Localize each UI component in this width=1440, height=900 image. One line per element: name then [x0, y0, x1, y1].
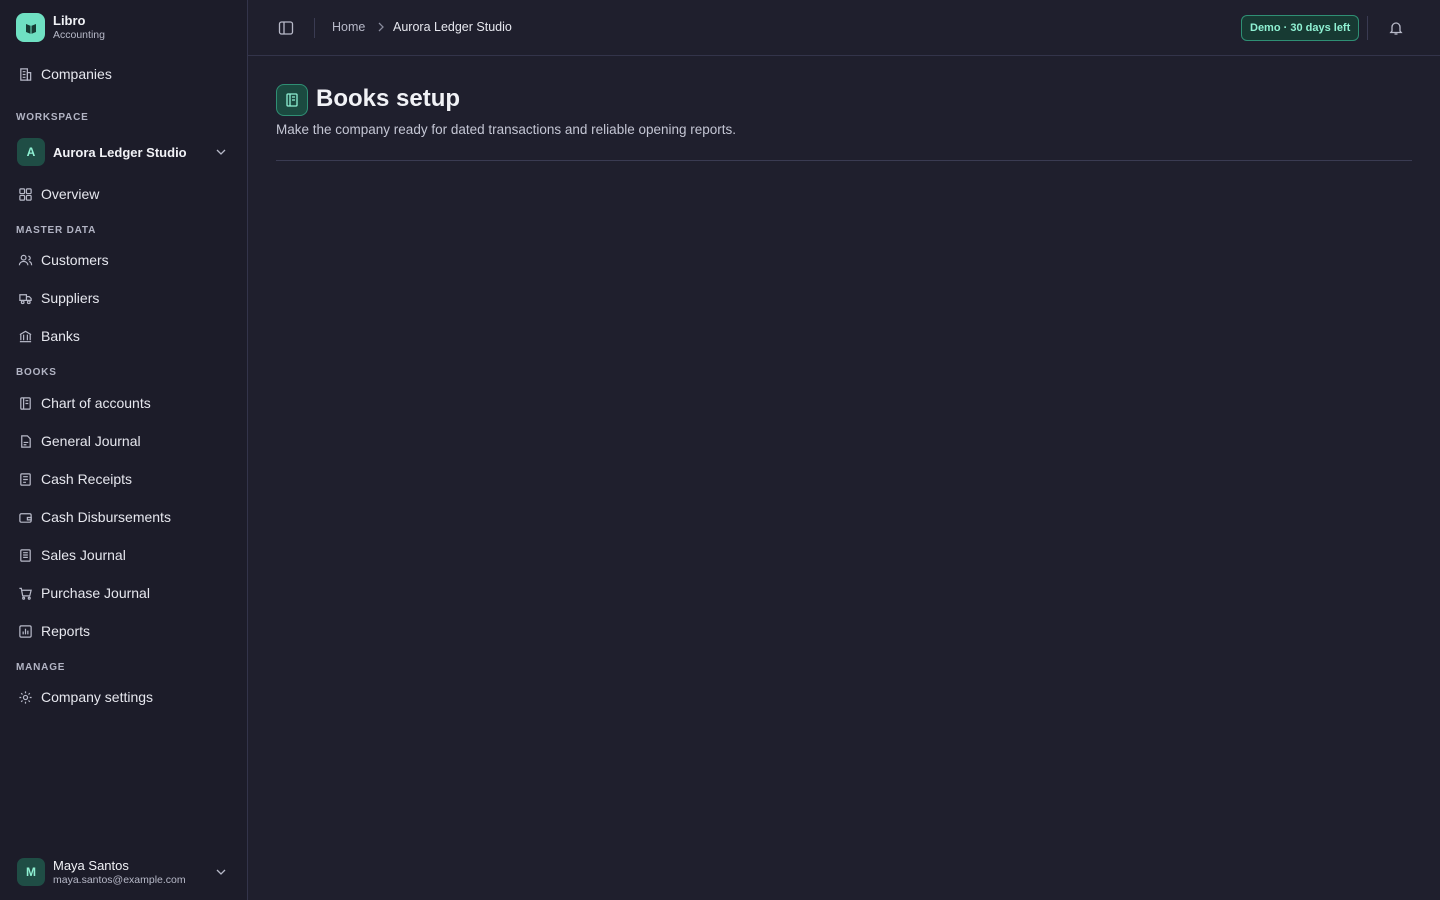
- sidebar-item-cash-receipts[interactable]: Cash Receipts: [8, 463, 238, 495]
- sidebar: Libro Accounting Companies WORKSPACE A A…: [0, 0, 248, 900]
- ledger-icon: [17, 395, 33, 411]
- sidebar-item-banks[interactable]: Banks: [8, 320, 238, 352]
- sidebar-item-cash-disbursements[interactable]: Cash Disbursements: [8, 501, 238, 533]
- section-label-books: BOOKS: [16, 367, 57, 378]
- receipt-icon: [17, 471, 33, 487]
- user-menu[interactable]: M Maya Santos maya.santos@example.com: [8, 856, 238, 888]
- list-icon: [17, 547, 33, 563]
- avatar: M: [17, 858, 45, 886]
- sidebar-item-sales-journal[interactable]: Sales Journal: [8, 539, 238, 571]
- page-subtitle: Make the company ready for dated transac…: [276, 122, 737, 137]
- ledger-icon: [276, 84, 308, 116]
- sidebar-item-label: Companies: [41, 66, 112, 82]
- building-icon: [17, 66, 33, 82]
- sidebar-item-company-settings[interactable]: Company settings: [8, 681, 238, 713]
- brand-subtitle: Accounting: [53, 29, 105, 42]
- sidebar-item-customers[interactable]: Customers: [8, 244, 238, 276]
- page-title: Books setup: [316, 85, 461, 112]
- sidebar-item-label: Sales Journal: [41, 547, 126, 563]
- divider: [1367, 16, 1368, 40]
- sidebar-item-general-journal[interactable]: General Journal: [8, 425, 238, 457]
- brand-name: Libro: [53, 13, 86, 29]
- bell-icon[interactable]: [1388, 20, 1404, 36]
- sidebar-item-suppliers[interactable]: Suppliers: [8, 282, 238, 314]
- demo-status-badge[interactable]: Demo · 30 days left: [1241, 15, 1360, 41]
- chart-icon: [17, 623, 33, 639]
- user-email: maya.santos@example.com: [53, 873, 186, 886]
- workspace-switcher[interactable]: A Aurora Ledger Studio: [8, 136, 238, 168]
- sidebar-item-chart-of-accounts[interactable]: Chart of accounts: [8, 387, 238, 419]
- sidebar-item-label: General Journal: [41, 433, 141, 449]
- breadcrumb-home[interactable]: Home: [332, 20, 365, 34]
- sidebar-item-label: Reports: [41, 623, 91, 639]
- bank-icon: [17, 328, 33, 344]
- sidebar-toggle-icon[interactable]: [278, 20, 294, 36]
- section-label-master-data: MASTER DATA: [16, 225, 97, 236]
- divider: [276, 160, 1412, 161]
- section-label-workspace: WORKSPACE: [16, 112, 89, 123]
- journal-icon: [17, 433, 33, 449]
- sidebar-item-label: Cash Disbursements: [41, 509, 171, 525]
- sidebar-item-label: Chart of accounts: [41, 395, 151, 411]
- breadcrumb-current: Aurora Ledger Studio: [393, 20, 512, 34]
- topbar: Home Aurora Ledger Studio Demo · 30 days…: [248, 0, 1440, 56]
- sidebar-item-purchase-journal[interactable]: Purchase Journal: [8, 577, 238, 609]
- cart-icon: [17, 585, 33, 601]
- section-label-manage: MANAGE: [16, 662, 66, 673]
- sidebar-item-label: Company settings: [41, 689, 154, 705]
- sidebar-item-label: Suppliers: [41, 290, 100, 306]
- brand[interactable]: Libro Accounting: [16, 13, 105, 42]
- chevron-right-icon: [378, 22, 384, 32]
- workspace-name: Aurora Ledger Studio: [53, 144, 187, 160]
- sidebar-item-label: Purchase Journal: [41, 585, 150, 601]
- workspace-avatar: A: [17, 138, 45, 166]
- divider: [314, 18, 315, 38]
- truck-icon: [17, 290, 33, 306]
- chevron-down-icon: [216, 869, 226, 875]
- sidebar-item-reports[interactable]: Reports: [8, 615, 238, 647]
- wallet-icon: [17, 509, 33, 525]
- book-logo-icon: [16, 13, 45, 42]
- sidebar-item-companies[interactable]: Companies: [8, 58, 238, 90]
- sidebar-item-label: Banks: [41, 328, 80, 344]
- users-icon: [17, 252, 33, 268]
- chevron-down-icon: [216, 149, 226, 155]
- user-name: Maya Santos: [53, 857, 129, 873]
- gear-icon: [17, 689, 33, 705]
- sidebar-item-label: Customers: [41, 252, 109, 268]
- sidebar-item-label: Overview: [41, 186, 100, 202]
- grid-icon: [17, 186, 33, 202]
- sidebar-item-overview[interactable]: Overview: [8, 178, 238, 210]
- sidebar-item-label: Cash Receipts: [41, 471, 133, 487]
